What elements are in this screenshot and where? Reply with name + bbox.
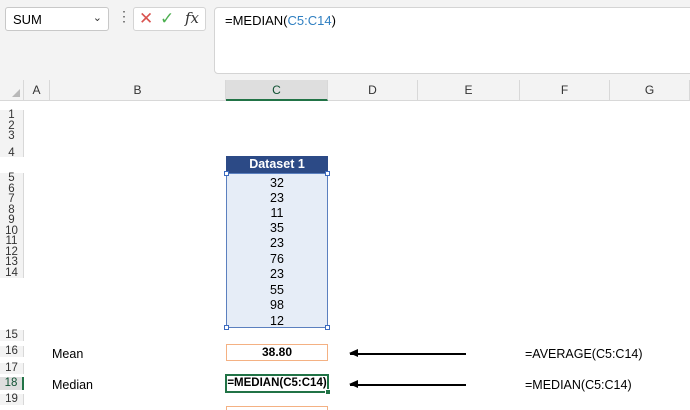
name-box[interactable]: SUM ⌄ xyxy=(5,7,109,31)
dataset-cell[interactable]: 98 xyxy=(226,298,328,313)
dataset-cell[interactable]: 32 xyxy=(226,176,328,191)
mean-label[interactable]: Mean xyxy=(52,347,83,361)
fill-handle[interactable] xyxy=(325,389,331,395)
worksheet-grid[interactable]: A B C D E F G 1 2 3 4 5 6 7 8 9 10 11 12… xyxy=(0,80,690,410)
median-edit-text: =MEDIAN(C5:C14) xyxy=(227,377,327,389)
formula-prefix: =MEDIAN( xyxy=(225,13,288,28)
dataset-cell[interactable]: 55 xyxy=(226,283,328,298)
dataset-cell[interactable]: 23 xyxy=(226,267,328,282)
row-header[interactable]: 17 xyxy=(0,363,24,374)
arrow-left-icon xyxy=(349,350,466,356)
row-header[interactable]: 13 xyxy=(0,257,24,268)
row-header[interactable]: 19 xyxy=(0,394,24,405)
formula-controls: ✕ ✓ fx xyxy=(133,7,206,31)
column-header-b[interactable]: B xyxy=(50,80,226,101)
row-header-selected[interactable]: 18 xyxy=(0,377,24,390)
row-header[interactable]: 14 xyxy=(0,267,24,278)
column-header-e[interactable]: E xyxy=(418,80,520,101)
row-header[interactable]: 7 xyxy=(0,194,24,205)
dataset-cell[interactable]: 76 xyxy=(226,252,328,267)
mean-formula-note[interactable]: =AVERAGE(C5:C14) xyxy=(525,347,643,361)
dataset-cell[interactable]: 23 xyxy=(226,236,328,251)
median-active-cell[interactable]: =MEDIAN(C5:C14) xyxy=(225,374,331,395)
next-result-cell[interactable] xyxy=(226,406,328,410)
row-header[interactable]: 3 xyxy=(0,131,24,142)
more-options-icon[interactable]: ⋮ xyxy=(117,8,131,25)
column-header-g[interactable]: G xyxy=(610,80,690,101)
check-icon[interactable]: ✓ xyxy=(160,9,174,29)
fx-icon[interactable]: fx xyxy=(185,9,199,27)
dataset-header-cell[interactable]: Dataset 1 xyxy=(226,156,328,173)
formula-input[interactable]: =MEDIAN(C5:C14) xyxy=(214,7,690,74)
close-icon[interactable]: ✕ xyxy=(139,9,153,29)
arrow-left-icon xyxy=(349,381,466,387)
dataset-cell[interactable]: 12 xyxy=(226,314,328,329)
column-header-f[interactable]: F xyxy=(520,80,610,101)
row-header[interactable]: 5 xyxy=(0,173,24,184)
dataset-cell[interactable]: 23 xyxy=(226,191,328,206)
median-label[interactable]: Median xyxy=(52,378,93,392)
row-header[interactable]: 1 xyxy=(0,110,24,121)
range-handle[interactable] xyxy=(224,325,229,330)
row-header[interactable]: 15 xyxy=(0,330,24,341)
column-header-d[interactable]: D xyxy=(328,80,418,101)
name-box-value: SUM xyxy=(13,12,42,27)
range-handle[interactable] xyxy=(224,171,229,176)
column-header-c[interactable]: C xyxy=(226,80,328,101)
row-header[interactable]: 4 xyxy=(0,141,24,159)
dataset-cell[interactable]: 35 xyxy=(226,221,328,236)
range-handle[interactable] xyxy=(325,325,330,330)
row-header[interactable]: 16 xyxy=(0,346,24,357)
mean-value-cell[interactable]: 38.80 xyxy=(226,344,328,361)
formula-bar-area: SUM ⌄ ⋮ ✕ ✓ fx =MEDIAN(C5:C14) xyxy=(0,0,690,80)
chevron-down-icon[interactable]: ⌄ xyxy=(93,11,102,24)
median-formula-note[interactable]: =MEDIAN(C5:C14) xyxy=(525,378,632,392)
formula-range-ref: C5:C14 xyxy=(287,13,332,28)
column-header-a[interactable]: A xyxy=(24,80,50,101)
range-handle[interactable] xyxy=(325,171,330,176)
formula-text: =MEDIAN(C5:C14) xyxy=(225,13,336,28)
dataset-cell[interactable]: 11 xyxy=(226,206,328,221)
row-header[interactable]: 9 xyxy=(0,215,24,226)
formula-suffix: ) xyxy=(331,13,336,28)
select-all-corner[interactable] xyxy=(0,80,24,101)
row-header[interactable]: 11 xyxy=(0,236,24,247)
